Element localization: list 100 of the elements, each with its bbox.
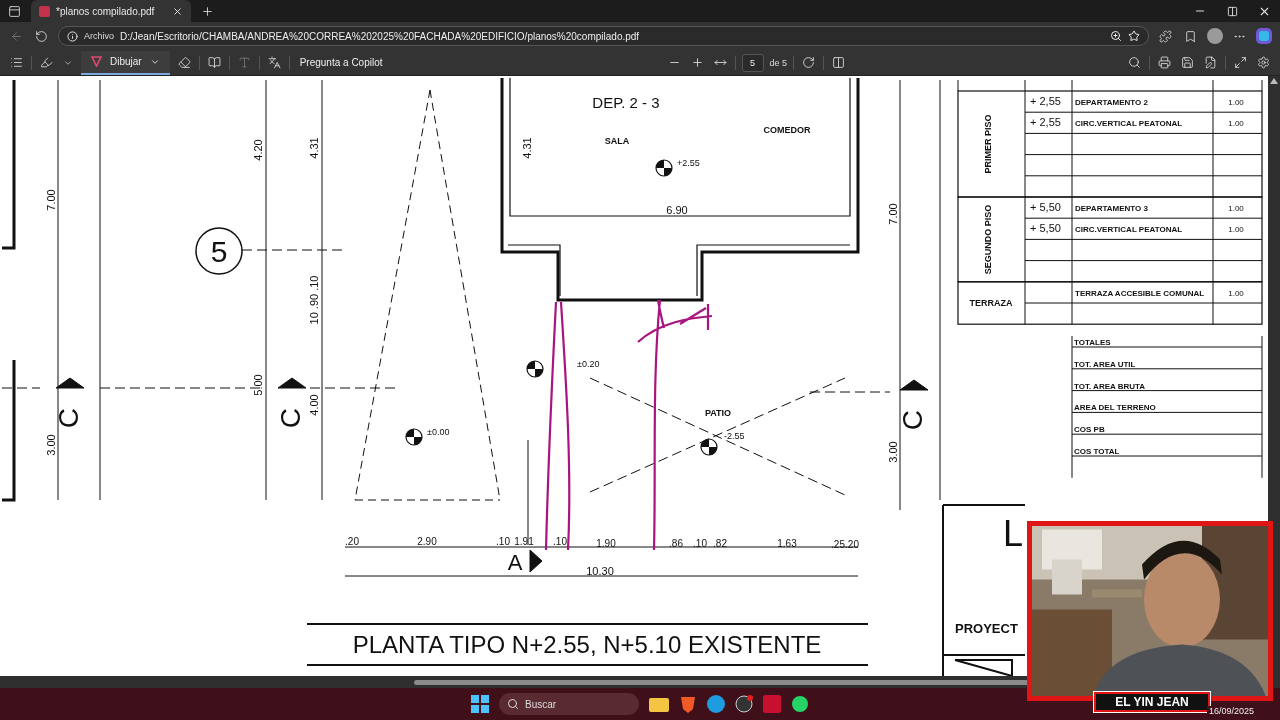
room-label: PATIO	[704, 408, 732, 418]
dimension-label: 4.20	[252, 139, 264, 161]
dimension-label: 2.90	[417, 536, 437, 547]
floor-label: PRIMER PISO	[983, 114, 993, 174]
dimension-label: 1.90	[596, 538, 616, 549]
value-cell: 1.00	[1228, 204, 1244, 213]
section-mark: C	[53, 407, 84, 429]
taskbar-search[interactable]: Buscar	[499, 693, 639, 715]
browser-icon[interactable]	[707, 695, 725, 713]
folder-icon[interactable]	[649, 696, 669, 712]
value-cell: 1.00	[1228, 119, 1244, 129]
level-label: +2.55	[677, 158, 700, 168]
value-cell: 1.00	[1228, 288, 1244, 298]
page-total: de 5	[769, 57, 788, 68]
print-icon[interactable]	[1156, 54, 1173, 71]
page-number-field[interactable]: 5	[741, 53, 764, 72]
dimension-label: .25	[831, 539, 845, 550]
floor-label: TERRAZA	[969, 298, 1013, 308]
grid-marker-circle	[195, 227, 243, 275]
value-cell: 1.00	[1228, 98, 1244, 107]
level-cell: + 2,55	[1030, 95, 1061, 107]
floor-label: SEGUNDO PISO	[983, 204, 993, 275]
level-mark-icon	[526, 360, 544, 378]
webcam-caption: EL YIN JEAN	[1094, 692, 1210, 712]
dimension-label: .20	[845, 539, 859, 550]
settings-icon[interactable]	[1255, 54, 1272, 71]
copilot-button[interactable]: Pregunta a Copilot	[295, 55, 387, 70]
totals-label: COS PB	[1074, 425, 1105, 435]
extensions-icon[interactable]	[1157, 27, 1174, 45]
title-block-label: PROYECT	[955, 621, 1018, 636]
plan-heading: PLANTA TIPO N+2.55, N+5.10 EXISTENTE	[352, 631, 822, 658]
dimension-label: 7.00	[887, 203, 899, 225]
section-arrow-icon	[899, 379, 929, 391]
dimension-label: 4.31	[521, 137, 533, 159]
info-icon	[67, 30, 78, 42]
dimension-label: 10 .90 .10	[308, 275, 320, 325]
scroll-up-icon[interactable]	[1270, 78, 1278, 84]
space-cell: CIRC.VERTICAL PEATONAL	[1075, 119, 1183, 129]
chat-icon[interactable]	[791, 695, 809, 713]
close-icon	[172, 5, 183, 17]
dimension-label: 3.00	[45, 434, 57, 456]
profile-avatar[interactable]	[1207, 28, 1223, 44]
copilot-icon[interactable]	[1256, 28, 1272, 44]
dimension-label: 5.00	[252, 374, 264, 396]
pdf-icon	[39, 5, 50, 17]
grid-marker: 5	[210, 235, 228, 268]
file-label: Archivo	[84, 31, 114, 41]
totals-label: COS TOTAL	[1074, 447, 1120, 456]
title-block-letter: L	[1003, 513, 1023, 554]
dimension-label: .10	[496, 536, 510, 547]
dimension-label: 1.91	[514, 536, 534, 547]
section-cut-label: A	[507, 550, 523, 575]
level-cell: + 2,55	[1030, 116, 1061, 129]
dimension-label: 3.00	[887, 441, 899, 463]
favorite-icon	[1128, 30, 1140, 42]
value-cell: 1.00	[1228, 225, 1244, 235]
pen-icon	[91, 56, 102, 67]
record-icon[interactable]	[735, 695, 753, 713]
address-field[interactable]: Archivo D:/Jean/Escritorio/CHAMBA/ANDREA%20CORREA%202025%20FACHADA%20EDIFICIO/planos%20compilado.pdf	[58, 26, 1149, 46]
level-label: -2.55	[724, 431, 745, 441]
dimension-label: 7.00	[45, 189, 57, 211]
section-mark: C	[897, 409, 928, 431]
level-cell: + 5,50	[1030, 201, 1061, 213]
reader-icon[interactable]	[205, 54, 223, 71]
draw-button[interactable]: Dibujar	[81, 50, 170, 75]
dimension-label: .20	[345, 536, 359, 547]
section-arrow-icon	[529, 549, 543, 573]
section-arrow-icon	[277, 377, 307, 389]
browser-tab[interactable]: *planos compilado.pdf	[31, 0, 191, 22]
dimension-label: 6.90	[666, 204, 688, 216]
dimension-label: 4.00	[308, 394, 320, 416]
shield-icon[interactable]	[679, 695, 697, 713]
totals-label: TOTALES	[1074, 338, 1111, 347]
search-icon	[507, 698, 519, 710]
totals-label: AREA DEL TERRENO	[1074, 403, 1156, 413]
space-cell: TERRAZA ACCESIBLE COMUNAL	[1075, 288, 1205, 298]
dimension-label: .86	[669, 538, 683, 549]
dimension-label: .10	[553, 536, 567, 547]
dimension-label: .10	[693, 538, 707, 549]
level-cell: + 5,50	[1030, 222, 1061, 235]
level-label: ±0.00	[427, 427, 450, 437]
section-mark: C	[275, 407, 306, 429]
windows-icon[interactable]	[471, 695, 489, 713]
fullscreen-icon[interactable]	[1232, 54, 1249, 71]
room-label: COMEDOR	[763, 125, 811, 135]
search-icon[interactable]	[1126, 54, 1143, 71]
translate-icon[interactable]	[265, 54, 283, 71]
save-icon[interactable]	[1179, 54, 1196, 71]
totals-label: TOT. AREA UTIL	[1074, 359, 1136, 369]
level-label: ±0.20	[577, 359, 600, 369]
level-mark-icon	[700, 438, 718, 456]
dimension-label: 4.31	[308, 137, 320, 159]
dimension-label: 1.63	[777, 538, 797, 549]
space-cell: CIRC.VERTICAL PEATONAL	[1075, 225, 1183, 235]
level-mark-icon	[405, 428, 423, 446]
section-arrow-icon	[55, 377, 85, 389]
dimension-label: .82	[713, 538, 727, 549]
room-title: DEP. 2 - 3	[592, 94, 660, 111]
date-text: 16/09/2025	[1206, 706, 1256, 716]
url-text: D:/Jean/Escritorio/CHAMBA/ANDREA%20CORREA%202025%20FACHADA%20EDIFICIO/planos%20compilado.pdf	[120, 30, 641, 42]
